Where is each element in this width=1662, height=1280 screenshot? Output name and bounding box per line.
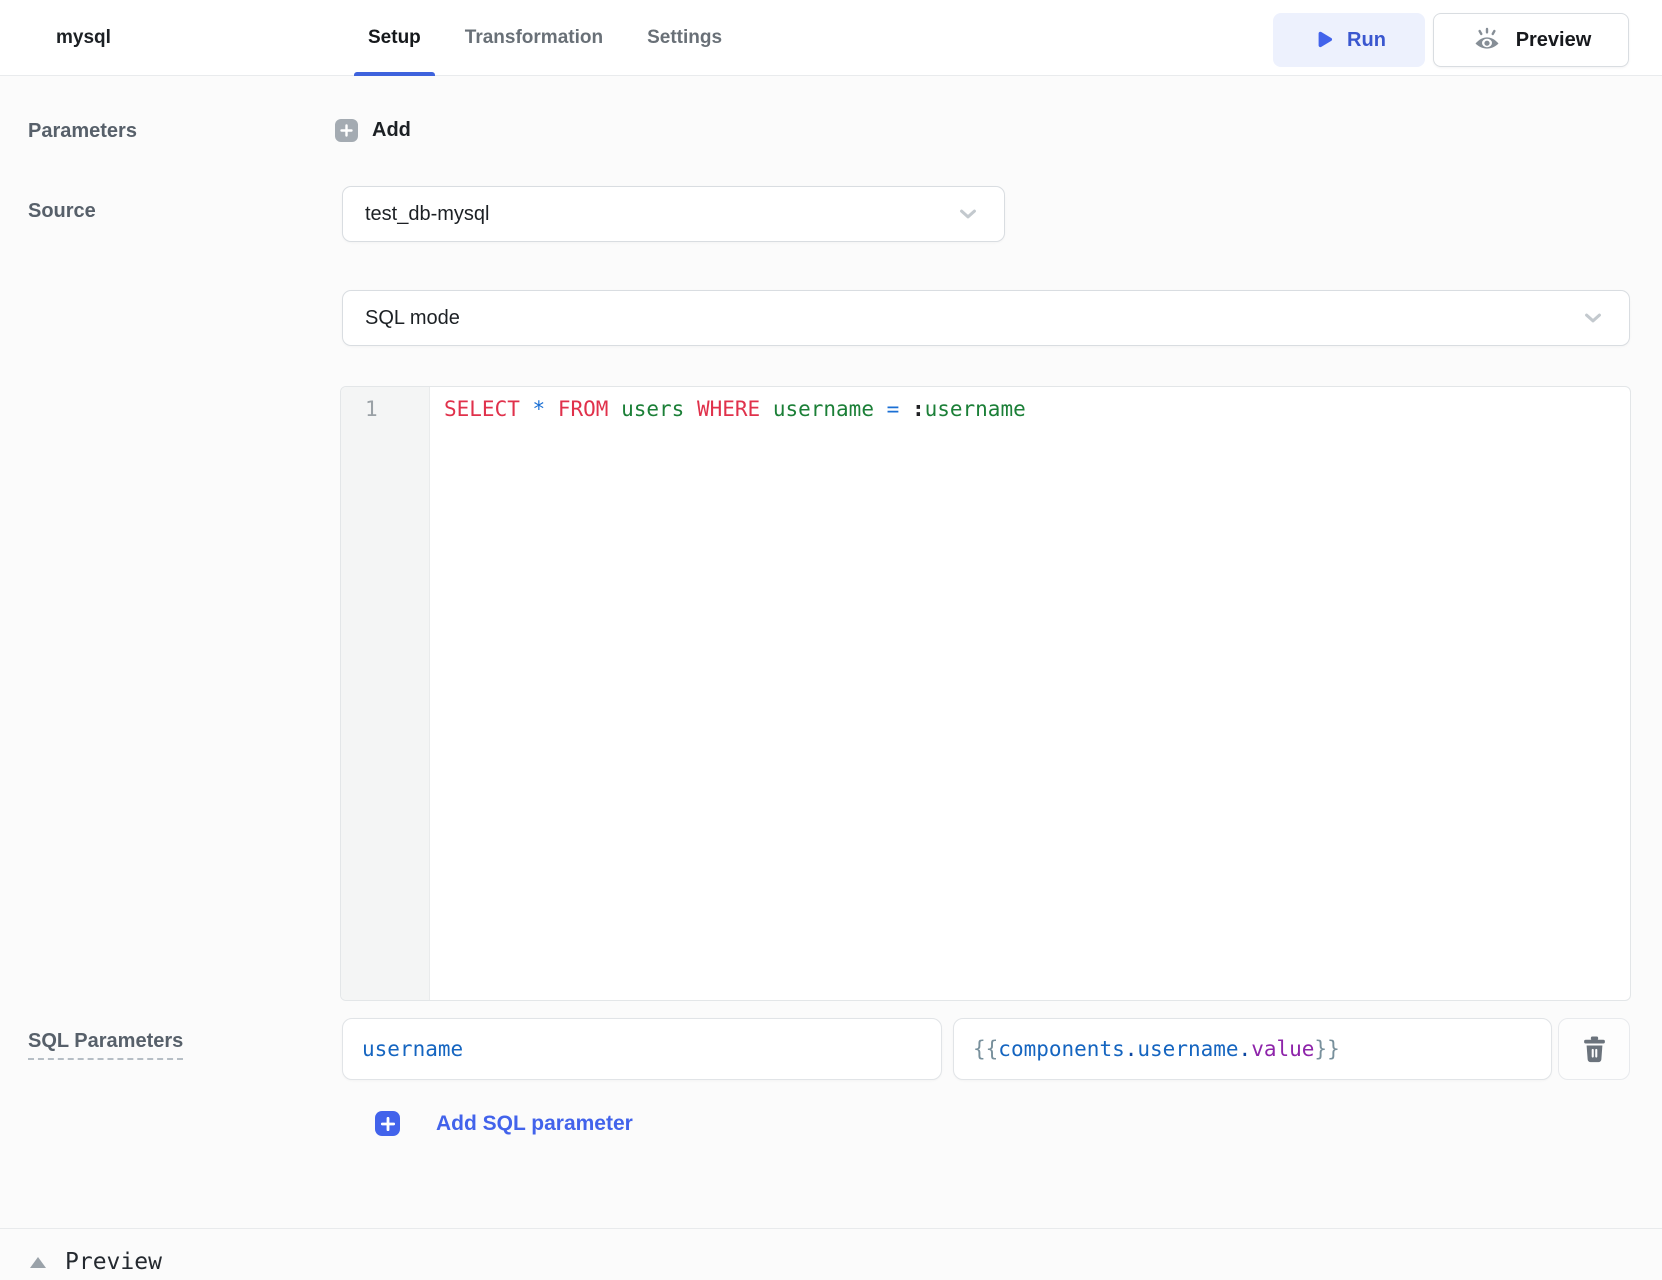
parameters-label: Parameters xyxy=(28,120,137,143)
source-label: Source xyxy=(28,200,96,223)
tab-setup[interactable]: Setup xyxy=(352,0,437,76)
tab-settings[interactable]: Settings xyxy=(631,0,738,76)
run-button[interactable]: Run xyxy=(1273,13,1425,67)
editor-gutter: 1 xyxy=(341,387,430,1000)
plus-icon xyxy=(335,119,358,142)
sql-parameter-value-input[interactable]: {{components.username.value}} xyxy=(953,1018,1552,1080)
plus-icon xyxy=(375,1111,400,1136)
play-icon xyxy=(1312,29,1334,51)
eye-icon xyxy=(1471,26,1503,54)
preview-button-label: Preview xyxy=(1516,29,1592,52)
sql-parameter-value-text: {{components.username.value}} xyxy=(973,1037,1340,1061)
chevron-down-icon xyxy=(1579,304,1607,332)
tab-transformation[interactable]: Transformation xyxy=(449,0,619,76)
query-mode-value: SQL mode xyxy=(365,307,460,330)
run-button-label: Run xyxy=(1347,29,1386,52)
preview-button[interactable]: Preview xyxy=(1433,13,1629,67)
query-header: mysql Setup Transformation Settings Run … xyxy=(0,0,1662,76)
add-parameter-label: Add xyxy=(372,119,411,142)
sql-parameter-key-value: username xyxy=(362,1037,463,1061)
line-number: 1 xyxy=(365,396,429,423)
triangle-up-icon xyxy=(30,1257,46,1268)
header-tabs: Setup Transformation Settings xyxy=(352,0,738,76)
query-mode-select[interactable]: SQL mode xyxy=(342,290,1630,346)
query-editor-panel: mysql Setup Transformation Settings Run … xyxy=(0,0,1662,1280)
source-select[interactable]: test_db-mysql xyxy=(342,186,1005,242)
sql-code-editor[interactable]: 1 SELECT * FROM users WHERE username = :… xyxy=(340,386,1631,1001)
editor-code-line[interactable]: SELECT * FROM users WHERE username = :us… xyxy=(430,387,1630,1000)
sql-parameters-label: SQL Parameters xyxy=(28,1030,183,1060)
chevron-down-icon xyxy=(954,200,982,228)
preview-panel-label: Preview xyxy=(65,1249,162,1275)
query-title: mysql xyxy=(56,27,111,49)
preview-panel-divider xyxy=(0,1228,1662,1229)
add-parameter-button[interactable]: Add xyxy=(335,119,411,142)
add-sql-parameter-label: Add SQL parameter xyxy=(436,1112,633,1136)
preview-panel-toggle[interactable]: Preview xyxy=(30,1249,162,1275)
add-sql-parameter-button[interactable]: Add SQL parameter xyxy=(375,1111,633,1136)
sql-parameter-key-input[interactable]: username xyxy=(342,1018,942,1080)
delete-sql-parameter-button[interactable] xyxy=(1558,1018,1630,1080)
source-select-value: test_db-mysql xyxy=(365,203,490,226)
trash-icon xyxy=(1582,1036,1607,1063)
